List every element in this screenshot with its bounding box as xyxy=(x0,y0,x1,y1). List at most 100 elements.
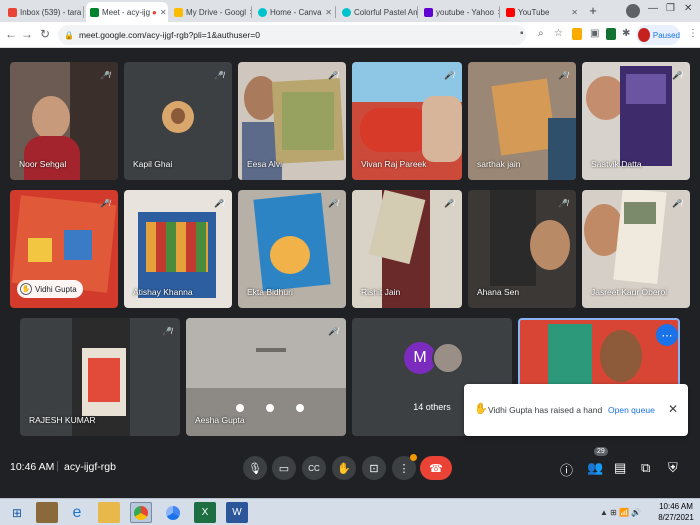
windows-taskbar: ⊞ e X W ▲ ⊞ 📶 🔊 10:46 AM 8/27/2021 xyxy=(0,498,700,525)
extension-icon[interactable] xyxy=(606,28,616,40)
participant-name: Vidhi Gupta xyxy=(35,284,77,294)
new-tab-button[interactable]: + xyxy=(586,4,600,18)
raised-hand-badge: ✋ Vidhi Gupta xyxy=(17,280,83,298)
minimize-icon[interactable]: — xyxy=(648,3,658,14)
extension-icon[interactable]: ▣ xyxy=(590,28,599,39)
mic-muted-icon: 🎤̸ xyxy=(162,327,172,336)
word-icon[interactable]: W xyxy=(226,502,248,523)
participant-tile[interactable]: 🎤̸ Aesha Gupta xyxy=(186,318,346,436)
microphone-button[interactable]: 🎙 xyxy=(243,456,267,480)
tab-search-icon[interactable] xyxy=(626,4,640,18)
participant-tile[interactable]: 🎤̸ Atishay Khanna xyxy=(124,190,232,308)
excel-icon[interactable]: X xyxy=(194,502,216,523)
participant-tile[interactable]: 🎤̸ Ahana Sen xyxy=(468,190,576,308)
captions-button[interactable]: CC xyxy=(302,456,326,480)
activities-icon[interactable]: ⧉ xyxy=(641,460,650,476)
youtube-icon xyxy=(506,7,515,17)
participant-name: RAJESH KUMAR xyxy=(29,415,96,425)
participant-name: Vivan Raj Pareek xyxy=(361,159,427,169)
bookmark-star-icon[interactable]: ☆ xyxy=(554,28,563,39)
browser-tab-yahoo[interactable]: youtube - Yahoo ✕ xyxy=(420,2,500,22)
canva-icon xyxy=(258,7,267,17)
close-icon[interactable]: ✕ xyxy=(668,402,678,416)
drive-icon xyxy=(174,7,183,17)
mic-muted-icon: 🎤̸ xyxy=(672,199,682,208)
mic-muted-icon: 🎤̸ xyxy=(328,199,338,208)
browser-tab-canva-pastel[interactable]: Colorful Pastel An ✕ xyxy=(338,2,418,22)
browser-tab-canva-home[interactable]: Home - Canva ✕ xyxy=(254,2,336,22)
participant-tile[interactable]: 🎤̸ Noor Sehgal xyxy=(10,62,118,180)
avatar xyxy=(638,28,650,42)
close-icon[interactable]: ✕ xyxy=(157,8,167,17)
puzzle-extensions-icon[interactable]: ✱ xyxy=(622,28,630,39)
participant-tile[interactable]: 🎤̸ RAJESH KUMAR xyxy=(20,318,180,436)
file-manager-icon[interactable] xyxy=(36,502,58,523)
present-button[interactable]: ⊡ xyxy=(362,456,386,480)
people-count-badge: 29 xyxy=(594,447,608,456)
participant-tile[interactable]: 🎤̸ ✋ Vidhi Gupta xyxy=(10,190,118,308)
back-icon[interactable]: ← xyxy=(4,27,18,41)
windows-start-icon[interactable]: ⊞ xyxy=(6,502,28,523)
participant-name: sarthak jain xyxy=(477,159,521,169)
tab-label: Inbox (539) - tara xyxy=(20,7,82,17)
chat-icon[interactable]: ▤ xyxy=(614,460,626,476)
info-icon[interactable]: ⓘ xyxy=(560,460,573,479)
participant-tile[interactable]: 🎤̸ Kapil Ghai xyxy=(124,62,232,180)
internet-explorer-icon[interactable]: e xyxy=(66,502,88,523)
captions-icon: CC xyxy=(308,463,320,473)
profile-button[interactable]: Paused xyxy=(636,25,680,45)
chrome-icon[interactable] xyxy=(130,502,152,523)
folder-icon[interactable] xyxy=(98,502,120,523)
mic-muted-icon: 🎤̸ xyxy=(328,71,338,80)
self-view-tile[interactable]: ⋯ xyxy=(518,318,680,388)
tab-label: My Drive - Googl xyxy=(186,7,247,17)
camera-in-use-icon[interactable]: ▪ xyxy=(520,28,524,39)
address-bar[interactable]: 🔒 meet.google.com/acy-ijgf-rgb?pli=1&aut… xyxy=(58,25,526,45)
participant-tile[interactable]: 🎤̸ Eesa Alvi xyxy=(238,62,346,180)
tab-label: YouTube xyxy=(518,7,550,17)
taskbar-clock-time: 10:46 AM xyxy=(659,502,693,511)
browser-toolbar: ← → ↻ 🔒 meet.google.com/acy-ijgf-rgb?pli… xyxy=(0,22,700,48)
raise-hand-button[interactable]: ✋ xyxy=(332,456,356,480)
participant-tile[interactable]: 🎤̸ sarthak jain xyxy=(468,62,576,180)
participant-tile[interactable]: 🎤̸ Vivan Raj Pareek xyxy=(352,62,462,180)
forward-icon[interactable]: → xyxy=(20,27,34,41)
search-icon[interactable]: ⌕ xyxy=(538,28,544,39)
extension-icon[interactable] xyxy=(572,28,582,40)
canva-icon xyxy=(342,7,351,17)
close-icon[interactable]: ✕ xyxy=(568,8,578,17)
meet-control-bar: 10:46 AM | acy-ijgf-rgb 🎙 ▭ CC ✋ ⊡ ⋮ ☎ ⓘ… xyxy=(0,446,700,498)
browser-tab-gmail[interactable]: Inbox (539) - tara ✕ xyxy=(4,2,84,22)
participant-tile[interactable]: 🎤̸ Jasreet Kaur Oberoi xyxy=(582,190,690,308)
host-controls-icon[interactable]: ⛨ xyxy=(668,460,678,476)
participant-tile[interactable]: 🎤̸ Rishit Jain xyxy=(352,190,462,308)
mic-muted-icon: 🎤̸ xyxy=(100,71,110,80)
camera-button[interactable]: ▭ xyxy=(272,456,296,480)
participant-name: Ahana Sen xyxy=(477,287,520,297)
leave-call-button[interactable]: ☎ xyxy=(420,456,452,480)
close-window-icon[interactable]: ✕ xyxy=(684,3,692,14)
people-icon[interactable]: 👥 xyxy=(587,460,603,476)
maximize-icon[interactable]: ❐ xyxy=(666,3,675,14)
url-text: meet.google.com/acy-ijgf-rgb?pli=1&authu… xyxy=(78,30,260,40)
close-icon[interactable]: ✕ xyxy=(322,8,332,17)
participant-tile[interactable]: 🎤̸ Ekta Bidhuri xyxy=(238,190,346,308)
participant-tile[interactable]: 🎤̸ Saatvik Datta xyxy=(582,62,690,180)
browser-tab-drive[interactable]: My Drive - Googl ✕ xyxy=(170,2,252,22)
participant-name: Atishay Khanna xyxy=(133,287,193,297)
participant-name: Ekta Bidhuri xyxy=(247,287,293,297)
avatar xyxy=(432,342,464,374)
reload-icon[interactable]: ↻ xyxy=(38,27,52,41)
more-options-icon[interactable]: ⋯ xyxy=(656,324,678,346)
chrome-icon[interactable] xyxy=(162,502,184,523)
browser-tab-youtube[interactable]: YouTube ✕ xyxy=(502,2,582,22)
participant-name: Saatvik Datta xyxy=(591,159,642,169)
menu-kebab-icon[interactable]: ⋮ xyxy=(688,28,698,39)
open-queue-link[interactable]: Open queue xyxy=(608,405,655,415)
mic-muted-icon: 🎤̸ xyxy=(214,199,224,208)
system-tray-icons[interactable]: ▲ ⊞ 📶 🔊 xyxy=(600,508,641,517)
notification-dot xyxy=(410,454,417,461)
mic-muted-icon: 🎤̸ xyxy=(328,327,338,336)
browser-tab-meet[interactable]: Meet - acy-ijg ● ✕ xyxy=(86,2,168,22)
tab-label: youtube - Yahoo xyxy=(436,7,494,17)
